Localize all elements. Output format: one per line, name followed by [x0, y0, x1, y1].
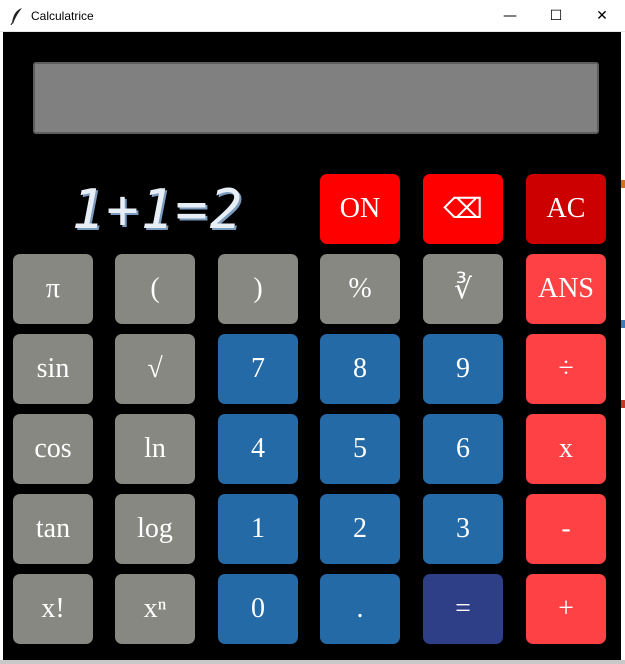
result-display: 1+1=2 — [71, 178, 245, 241]
power-button[interactable]: xⁿ — [115, 574, 195, 644]
log-button[interactable]: log — [115, 494, 195, 564]
background-window-edge — [621, 320, 625, 328]
ac-button[interactable]: AC — [526, 174, 606, 244]
background-window-strip — [0, 660, 625, 664]
decimal-point-button[interactable]: . — [320, 574, 400, 644]
digit-8-button[interactable]: 8 — [320, 334, 400, 404]
on-button[interactable]: ON — [320, 174, 400, 244]
background-window-edge — [621, 180, 625, 188]
multiply-button[interactable]: x — [526, 414, 606, 484]
digit-4-button[interactable]: 4 — [218, 414, 298, 484]
cos-button[interactable]: cos — [13, 414, 93, 484]
minus-button[interactable]: - — [526, 494, 606, 564]
background-window-edge — [621, 400, 625, 408]
digit-6-button[interactable]: 6 — [423, 414, 503, 484]
digit-0-button[interactable]: 0 — [218, 574, 298, 644]
calculator-body: 1+1=2 ON ⌫ AC π ( ) % ∛ ANS sin √ 7 8 9 … — [3, 32, 621, 660]
minimize-icon: — — [503, 7, 517, 24]
sin-button[interactable]: sin — [13, 334, 93, 404]
title-bar: Calculatrice — ☐ ✕ — [0, 0, 625, 32]
cube-root-button[interactable]: ∛ — [423, 254, 503, 324]
factorial-button[interactable]: x! — [13, 574, 93, 644]
maximize-button[interactable]: ☐ — [533, 0, 579, 31]
backspace-icon: ⌫ — [443, 194, 483, 225]
maximize-icon: ☐ — [549, 7, 563, 24]
feather-icon — [10, 8, 22, 25]
tan-button[interactable]: tan — [13, 494, 93, 564]
digit-3-button[interactable]: 3 — [423, 494, 503, 564]
right-paren-button[interactable]: ) — [218, 254, 298, 324]
backspace-button[interactable]: ⌫ — [423, 174, 503, 244]
window-title: Calculatrice — [31, 9, 94, 23]
divide-button[interactable]: ÷ — [526, 334, 606, 404]
ans-button[interactable]: ANS — [526, 254, 606, 324]
minimize-button[interactable]: — — [487, 0, 533, 31]
ln-button[interactable]: ln — [115, 414, 195, 484]
digit-1-button[interactable]: 1 — [218, 494, 298, 564]
digit-7-button[interactable]: 7 — [218, 334, 298, 404]
digit-5-button[interactable]: 5 — [320, 414, 400, 484]
close-icon: ✕ — [596, 7, 608, 24]
pi-button[interactable]: π — [13, 254, 93, 324]
close-button[interactable]: ✕ — [579, 0, 625, 31]
left-paren-button[interactable]: ( — [115, 254, 195, 324]
percent-button[interactable]: % — [320, 254, 400, 324]
plus-button[interactable]: + — [526, 574, 606, 644]
sqrt-button[interactable]: √ — [115, 334, 195, 404]
digit-2-button[interactable]: 2 — [320, 494, 400, 564]
expression-display[interactable] — [33, 62, 599, 134]
equals-button[interactable]: = — [423, 574, 503, 644]
digit-9-button[interactable]: 9 — [423, 334, 503, 404]
